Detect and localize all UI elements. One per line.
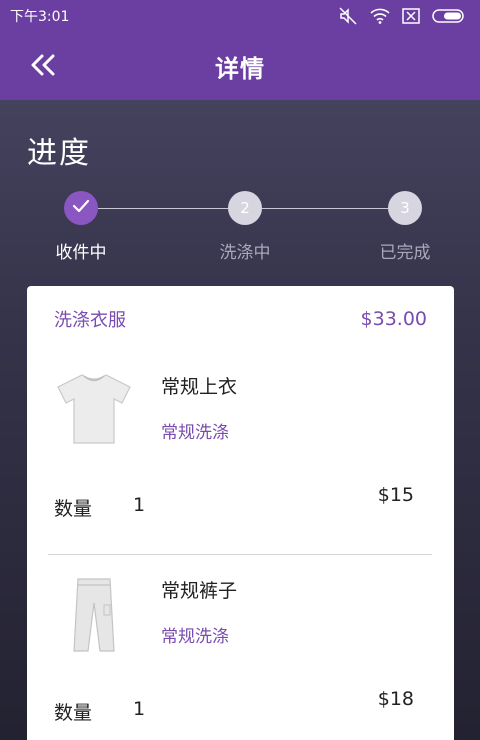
- item-price: $15: [377, 484, 414, 506]
- quantity-value: 1: [133, 494, 146, 516]
- progress-connector: [262, 208, 388, 209]
- list-item[interactable]: 常规裤子 常规洗涤 数量 1 $18: [27, 556, 454, 740]
- item-name: 常规裤子: [161, 580, 238, 602]
- status-time: 下午3:01: [10, 9, 70, 25]
- order-card: 洗涤衣服 $33.00 常规上衣 常规洗涤 数量 1 $15 常规裤子 常规洗涤…: [27, 286, 454, 740]
- tshirt-image: [49, 362, 139, 452]
- check-icon: [72, 199, 90, 217]
- mute-icon: [338, 7, 358, 25]
- card-header: 洗涤衣服 $33.00: [27, 286, 454, 352]
- order-category: 洗涤衣服: [54, 310, 126, 331]
- double-chevron-left-icon: [28, 53, 58, 81]
- divider: [48, 554, 432, 555]
- page-title: 详情: [215, 54, 265, 83]
- step-1-circle: [64, 191, 98, 225]
- item-service: 常规洗涤: [161, 423, 229, 443]
- list-item[interactable]: 常规上衣 常规洗涤 数量 1 $15: [27, 352, 454, 552]
- quantity-label: 数量: [54, 498, 93, 520]
- item-price: $18: [377, 688, 414, 710]
- step-2-number: 2: [240, 199, 250, 217]
- quantity-value: 1: [133, 698, 146, 720]
- progress-title: 进度: [27, 136, 91, 171]
- item-name: 常规上衣: [161, 376, 238, 398]
- sim-icon: [402, 8, 420, 24]
- app-bar: 详情: [0, 32, 480, 100]
- quantity-label: 数量: [54, 702, 93, 724]
- step-3-circle: 3: [388, 191, 422, 225]
- step-1-label: 收件中: [55, 243, 107, 263]
- progress-connector: [98, 208, 228, 209]
- step-3-label: 已完成: [379, 243, 431, 263]
- back-button[interactable]: [26, 50, 60, 84]
- status-bar: 下午3:01: [0, 0, 480, 32]
- item-service: 常规洗涤: [161, 627, 229, 647]
- status-icons: [338, 7, 466, 25]
- step-3-number: 3: [400, 199, 410, 217]
- step-2-circle: 2: [228, 191, 262, 225]
- wifi-icon: [370, 8, 390, 24]
- step-2-label: 洗涤中: [219, 243, 271, 263]
- pants-image: [49, 570, 139, 660]
- battery-icon: [432, 8, 466, 24]
- order-total: $33.00: [360, 308, 427, 330]
